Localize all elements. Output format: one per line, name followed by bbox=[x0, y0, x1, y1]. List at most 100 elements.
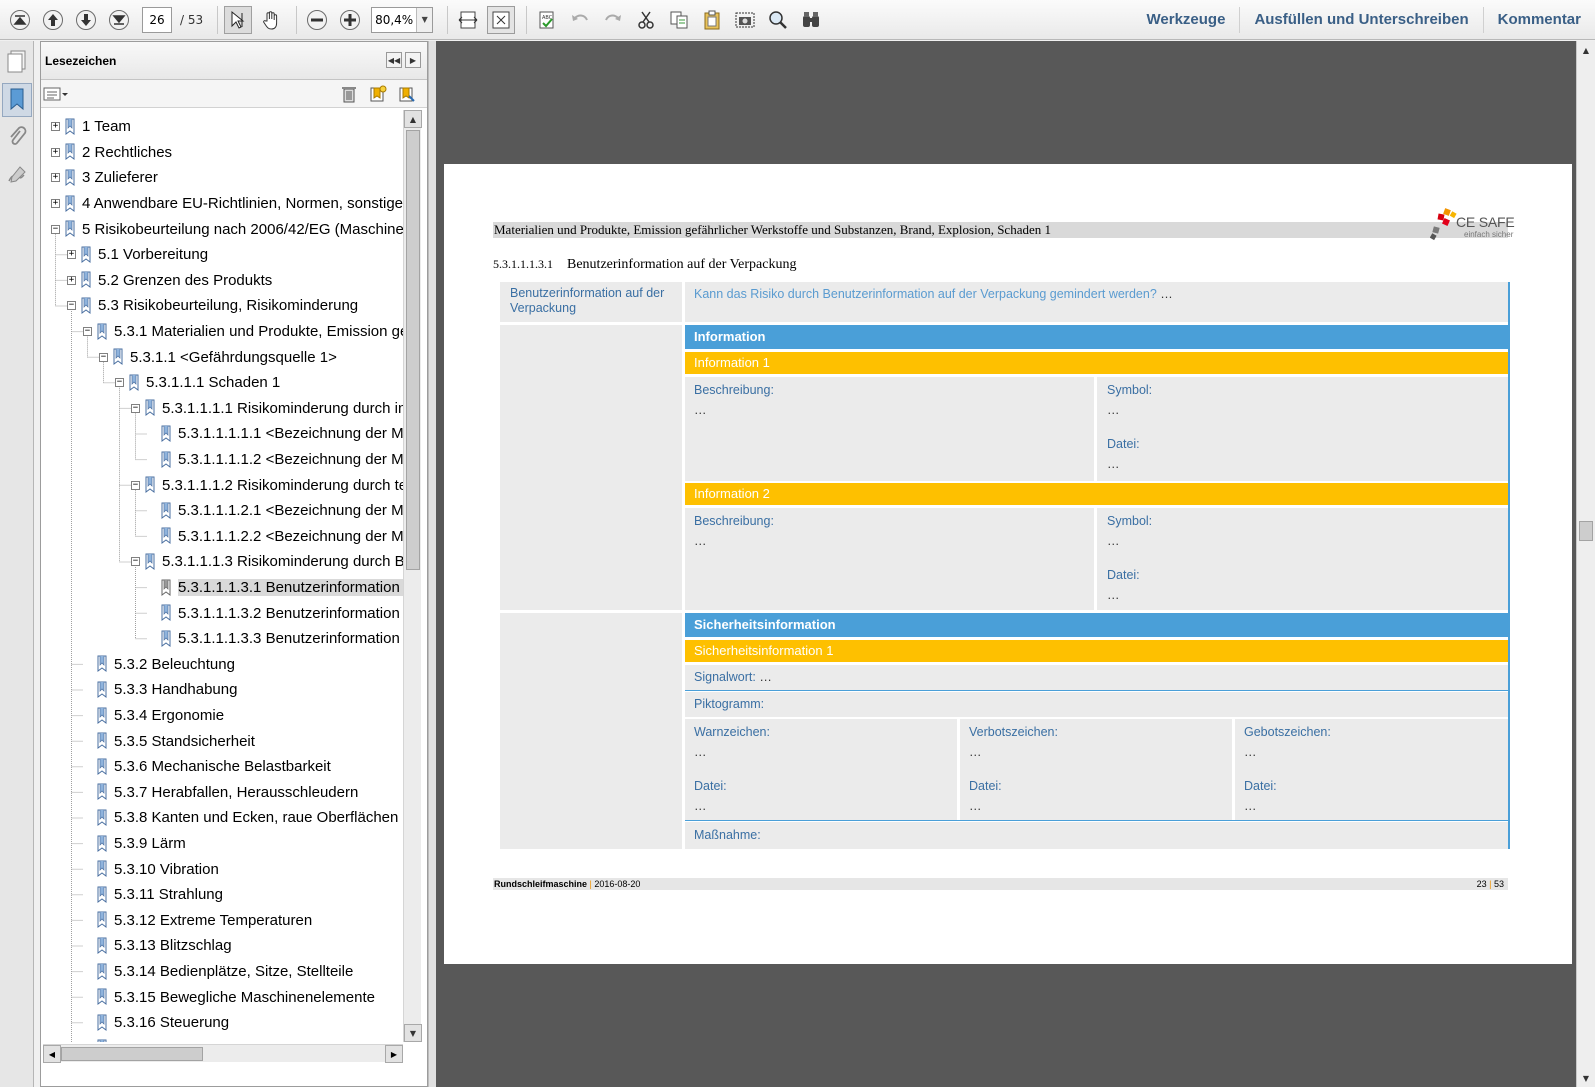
expand-icon[interactable]: + bbox=[51, 173, 60, 183]
bookmark-item[interactable]: 5.3.5 Standsicherheit bbox=[83, 728, 255, 754]
chevron-down-icon[interactable]: ▼ bbox=[416, 7, 433, 32]
bookmark-item[interactable]: 5.3.17 Verwendungsbedingungen, Betriebs bbox=[83, 1036, 401, 1042]
expand-icon[interactable]: + bbox=[51, 199, 60, 209]
bookmark-item[interactable]: 5.3.6 Mechanische Belastbarkeit bbox=[83, 754, 331, 780]
signatures-button[interactable] bbox=[2, 159, 32, 193]
bookmark-item[interactable]: 5.3.8 Kanten und Ecken, raue Oberflächen bbox=[83, 805, 398, 831]
bookmark-item[interactable]: 5.3.13 Blitzschlag bbox=[83, 933, 232, 959]
bookmark-item[interactable]: 5.3.3 Handhabung bbox=[83, 677, 237, 703]
bookmark-item[interactable]: +5.1 Vorbereitung bbox=[67, 242, 208, 268]
collapse-icon[interactable]: − bbox=[99, 352, 108, 362]
bookmark-item[interactable]: − 5.3.1.1.1.2 Risikominderung durch tec bbox=[131, 472, 403, 498]
scroll-down-arrow[interactable]: ▼ bbox=[1577, 1069, 1595, 1087]
bookmark-item[interactable]: − 5.3.1.1.1.1 Risikominderung durch inh bbox=[131, 396, 403, 422]
collapse-panel-button[interactable]: ◀◀ bbox=[386, 52, 402, 68]
bookmark-item[interactable]: 5.3.7 Herabfallen, Herausschleudern bbox=[83, 780, 358, 806]
bookmark-item[interactable]: 5.3.1.1.1.3.1 Benutzerinformation au bbox=[147, 575, 403, 601]
scroll-left-arrow[interactable]: ◀ bbox=[43, 1045, 61, 1063]
bookmark-item[interactable]: 5.3.1.1.1.2.1 <Bezeichnung der Maß bbox=[147, 498, 403, 524]
scroll-thumb[interactable] bbox=[1579, 521, 1593, 541]
expand-icon[interactable]: + bbox=[67, 250, 76, 260]
bookmark-item[interactable]: − 5 Risikobeurteilung nach 2006/42/EG (Ma… bbox=[51, 216, 403, 242]
scroll-right-arrow[interactable]: ▶ bbox=[385, 1045, 403, 1063]
bookmark-item[interactable]: 5.3.10 Vibration bbox=[83, 856, 219, 882]
zoom-out-button[interactable] bbox=[303, 6, 331, 34]
expand-icon[interactable]: + bbox=[51, 122, 60, 132]
delete-bookmark-button[interactable] bbox=[339, 84, 359, 104]
bookmark-item[interactable]: 5.3.1.1.1.3.2 Benutzerinformation au bbox=[147, 600, 403, 626]
collapse-icon[interactable]: − bbox=[83, 327, 92, 337]
new-bookmark-button[interactable] bbox=[368, 84, 388, 104]
document-vertical-scrollbar[interactable]: ▲ ▼ bbox=[1576, 41, 1595, 1087]
collapse-icon[interactable]: − bbox=[67, 301, 76, 311]
bookmark-item[interactable]: − 5.3.1.1.1 Schaden 1 bbox=[115, 370, 280, 396]
next-page-button[interactable] bbox=[72, 6, 100, 34]
select-tool-button[interactable] bbox=[224, 5, 253, 34]
zoom-in-button[interactable] bbox=[336, 6, 364, 34]
expand-icon[interactable]: + bbox=[67, 275, 76, 285]
cut-button[interactable] bbox=[632, 6, 660, 34]
tools-link[interactable]: Werkzeuge bbox=[1133, 7, 1240, 33]
bookmark-item[interactable]: 5.3.14 Bedienplätze, Sitze, Stellteile bbox=[83, 959, 353, 985]
zoom-select[interactable]: 80,4% ▼ bbox=[371, 6, 434, 33]
expand-bookmark-button[interactable] bbox=[397, 84, 417, 104]
panel-menu-button[interactable]: ▶ bbox=[405, 52, 421, 68]
spellcheck-button[interactable]: ABC bbox=[533, 6, 561, 34]
document-viewport[interactable]: Materialien und Produkte, Emission gefäh… bbox=[436, 41, 1576, 1087]
prev-page-button[interactable] bbox=[39, 6, 67, 34]
bookmarks-vertical-scrollbar[interactable]: ▲ ▼ bbox=[403, 110, 422, 1042]
collapse-icon[interactable]: − bbox=[115, 378, 124, 388]
scroll-up-arrow[interactable]: ▲ bbox=[1577, 41, 1595, 59]
bookmarks-button[interactable] bbox=[2, 83, 32, 117]
bookmark-item[interactable]: 5.3.1.1.1.1.2 <Bezeichnung der Maß bbox=[147, 447, 403, 473]
attachments-button[interactable] bbox=[2, 121, 32, 155]
bookmark-item[interactable]: +2 Rechtliches bbox=[51, 140, 172, 166]
copy-button[interactable] bbox=[665, 6, 693, 34]
collapse-icon[interactable]: − bbox=[131, 557, 140, 567]
bookmark-item[interactable]: − 5.3 Risikobeurteilung, Risikominderung bbox=[67, 293, 358, 319]
fit-page-button[interactable] bbox=[487, 5, 516, 34]
search-button[interactable] bbox=[764, 6, 792, 34]
bookmark-item[interactable]: +4 Anwendbare EU-Richtlinien, Normen, so… bbox=[51, 191, 403, 217]
bookmark-item[interactable]: 5.3.1.1.1.1.1 <Bezeichnung der Maß bbox=[147, 421, 403, 447]
hand-tool-button[interactable] bbox=[257, 6, 285, 34]
page-thumbnails-button[interactable] bbox=[2, 45, 32, 79]
page-number-input[interactable]: 26 bbox=[142, 6, 172, 33]
bookmark-item[interactable]: +1 Team bbox=[51, 114, 131, 140]
advanced-search-button[interactable] bbox=[797, 6, 825, 34]
first-page-button[interactable] bbox=[6, 6, 34, 34]
bookmark-item[interactable]: 5.3.2 Beleuchtung bbox=[83, 652, 235, 678]
scroll-up-arrow[interactable]: ▲ bbox=[404, 110, 422, 128]
bookmark-item[interactable]: − 5.3.1.1.1.3 Risikominderung durch Ber bbox=[131, 549, 403, 575]
bookmark-item[interactable]: 5.3.11 Strahlung bbox=[83, 882, 223, 908]
bookmark-item[interactable]: − 5.3.1.1 <Gefährdungsquelle 1> bbox=[99, 344, 337, 370]
last-page-button[interactable] bbox=[105, 6, 133, 34]
bookmark-item[interactable]: 5.3.4 Ergonomie bbox=[83, 703, 224, 729]
collapse-icon[interactable]: − bbox=[131, 403, 140, 413]
collapse-icon[interactable]: − bbox=[51, 224, 60, 234]
bookmark-item[interactable]: − 5.3.1 Materialien und Produkte, Emissio… bbox=[83, 319, 403, 345]
collapse-icon[interactable]: − bbox=[131, 480, 140, 490]
redo-button[interactable] bbox=[599, 6, 627, 34]
snapshot-button[interactable] bbox=[731, 6, 759, 34]
undo-button[interactable] bbox=[566, 6, 594, 34]
panel-splitter[interactable] bbox=[428, 41, 436, 1087]
scroll-thumb[interactable] bbox=[61, 1047, 203, 1061]
bookmark-item[interactable]: 5.3.12 Extreme Temperaturen bbox=[83, 908, 312, 934]
bookmarks-horizontal-scrollbar[interactable]: ◀ ▶ bbox=[43, 1044, 403, 1063]
bookmark-item[interactable]: 5.3.16 Steuerung bbox=[83, 1010, 229, 1036]
scroll-thumb[interactable] bbox=[406, 130, 420, 570]
bookmark-item[interactable]: 5.3.9 Lärm bbox=[83, 831, 186, 857]
bookmark-item[interactable]: 5.3.1.1.1.3.3 Benutzerinformation in bbox=[147, 626, 403, 652]
scroll-down-arrow[interactable]: ▼ bbox=[404, 1024, 422, 1042]
bookmark-item[interactable]: +5.2 Grenzen des Produkts bbox=[67, 268, 272, 294]
paste-button[interactable] bbox=[698, 6, 726, 34]
options-menu-button[interactable] bbox=[43, 85, 69, 103]
fill-sign-link[interactable]: Ausfüllen und Unterschreiben bbox=[1239, 7, 1482, 33]
bookmark-item[interactable]: 5.3.15 Bewegliche Maschinenelemente bbox=[83, 984, 375, 1010]
bookmark-item[interactable]: 5.3.1.1.1.2.2 <Bezeichnung der Maß bbox=[147, 524, 403, 550]
bookmark-item[interactable]: +3 Zulieferer bbox=[51, 165, 158, 191]
fit-width-button[interactable] bbox=[454, 6, 482, 34]
expand-icon[interactable]: + bbox=[51, 147, 60, 157]
comment-link[interactable]: Kommentar bbox=[1482, 7, 1595, 33]
